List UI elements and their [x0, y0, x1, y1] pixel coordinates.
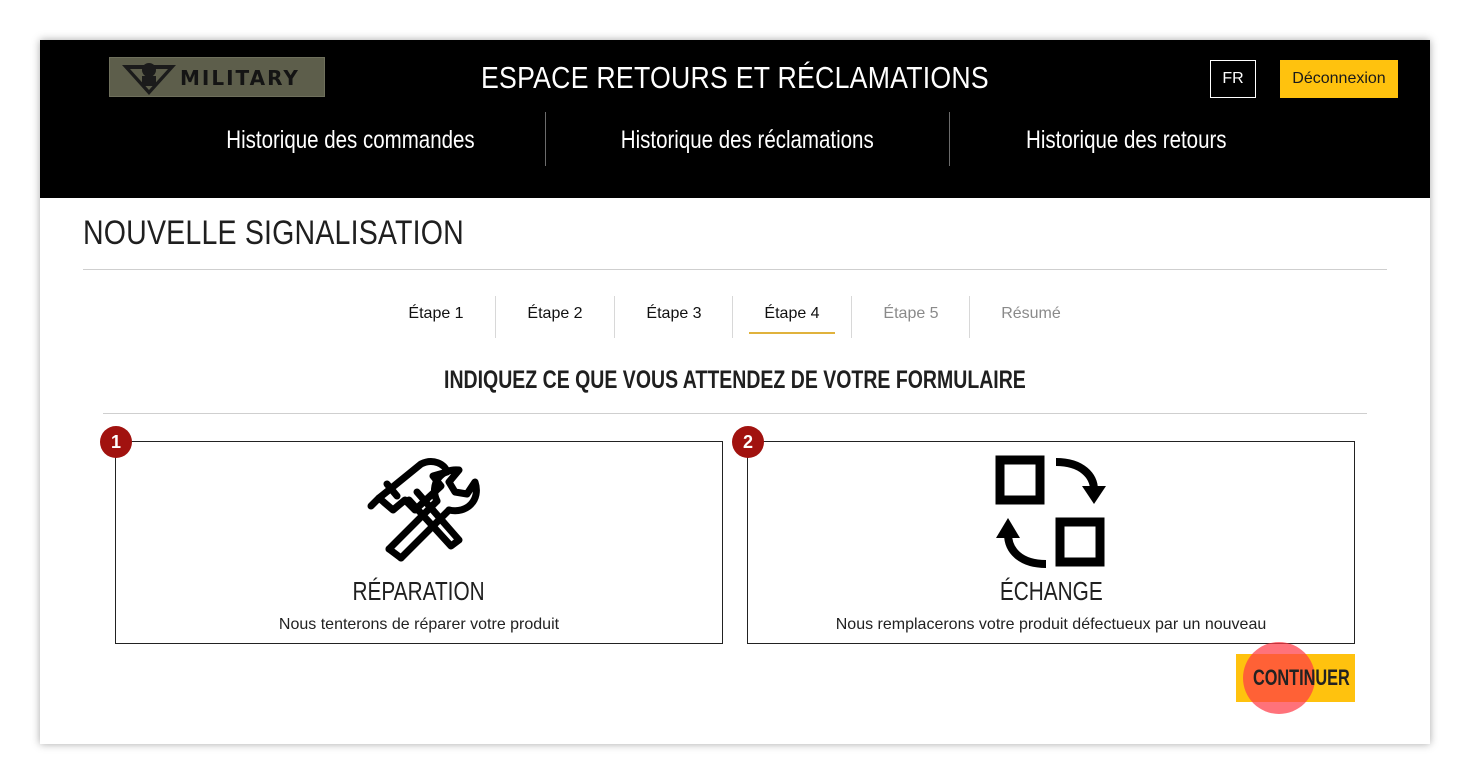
repair-description: Nous tenterons de réparer votre produit: [278, 616, 560, 633]
divider: [103, 413, 1367, 414]
nav-divider: [545, 112, 546, 166]
step-divider: [732, 296, 733, 338]
page-title: NOUVELLE SIGNALISATION: [83, 214, 464, 252]
exchange-title-text: ÉCHANGE: [999, 576, 1103, 606]
exchange-icon: [748, 454, 1354, 573]
header-bar: MILITARY ESPACE RETOURS ET RÉCLAMATIONS …: [40, 40, 1430, 198]
step-4-tab[interactable]: Étape 4: [749, 296, 835, 334]
summary-tab[interactable]: Résumé: [991, 296, 1071, 334]
app-title: ESPACE RETOURS ET RÉCLAMATIONS: [481, 60, 989, 95]
section-title: INDIQUEZ CE QUE VOUS ATTENDEZ DE VOTRE F…: [40, 366, 1430, 395]
step-divider: [614, 296, 615, 338]
step-1-tab[interactable]: Étape 1: [396, 296, 476, 334]
repair-option-card[interactable]: RÉPARATION Nous tenterons de réparer vot…: [115, 441, 723, 644]
nav-returns-history[interactable]: Historique des retours: [970, 112, 1282, 168]
option-number-badge: 1: [100, 426, 132, 458]
continue-label: CONTINUER: [1253, 665, 1350, 690]
step-divider: [969, 296, 970, 338]
step-3-tab[interactable]: Étape 3: [634, 296, 714, 334]
repair-title-text: RÉPARATION: [352, 576, 486, 606]
step-5-tab[interactable]: Étape 5: [871, 296, 951, 334]
main-nav: Historique des commandes Historique des …: [40, 112, 1430, 168]
step-2-tab[interactable]: Étape 2: [515, 296, 595, 334]
divider: [83, 269, 1387, 270]
nav-divider: [949, 112, 950, 166]
step-tabs: Étape 1 Étape 2 Étape 3 Étape 4 Étape 5 …: [40, 296, 1430, 338]
section-title-text: INDIQUEZ CE QUE VOUS ATTENDEZ DE VOTRE F…: [444, 366, 1026, 394]
nav-claims-history[interactable]: Historique des réclamations: [585, 112, 910, 168]
app-frame: MILITARY ESPACE RETOURS ET RÉCLAMATIONS …: [40, 40, 1430, 744]
language-selector[interactable]: FR: [1210, 60, 1256, 98]
nav-order-history[interactable]: Historique des commandes: [190, 112, 510, 168]
option-number-badge: 2: [732, 426, 764, 458]
nav-label: Historique des réclamations: [621, 126, 874, 154]
exchange-description: Nous remplacerons votre produit défectue…: [835, 616, 1267, 633]
tools-icon: [116, 454, 722, 569]
step-divider: [495, 296, 496, 338]
nav-label: Historique des retours: [1025, 126, 1227, 154]
nav-label: Historique des commandes: [225, 126, 475, 154]
continue-button[interactable]: CONTINUER: [1236, 654, 1355, 702]
step-divider: [851, 296, 852, 338]
exchange-option-card[interactable]: ÉCHANGE Nous remplacerons votre produit …: [747, 441, 1355, 644]
logout-button[interactable]: Déconnexion: [1280, 60, 1398, 98]
repair-title: RÉPARATION: [116, 576, 722, 607]
exchange-title: ÉCHANGE: [748, 576, 1354, 607]
